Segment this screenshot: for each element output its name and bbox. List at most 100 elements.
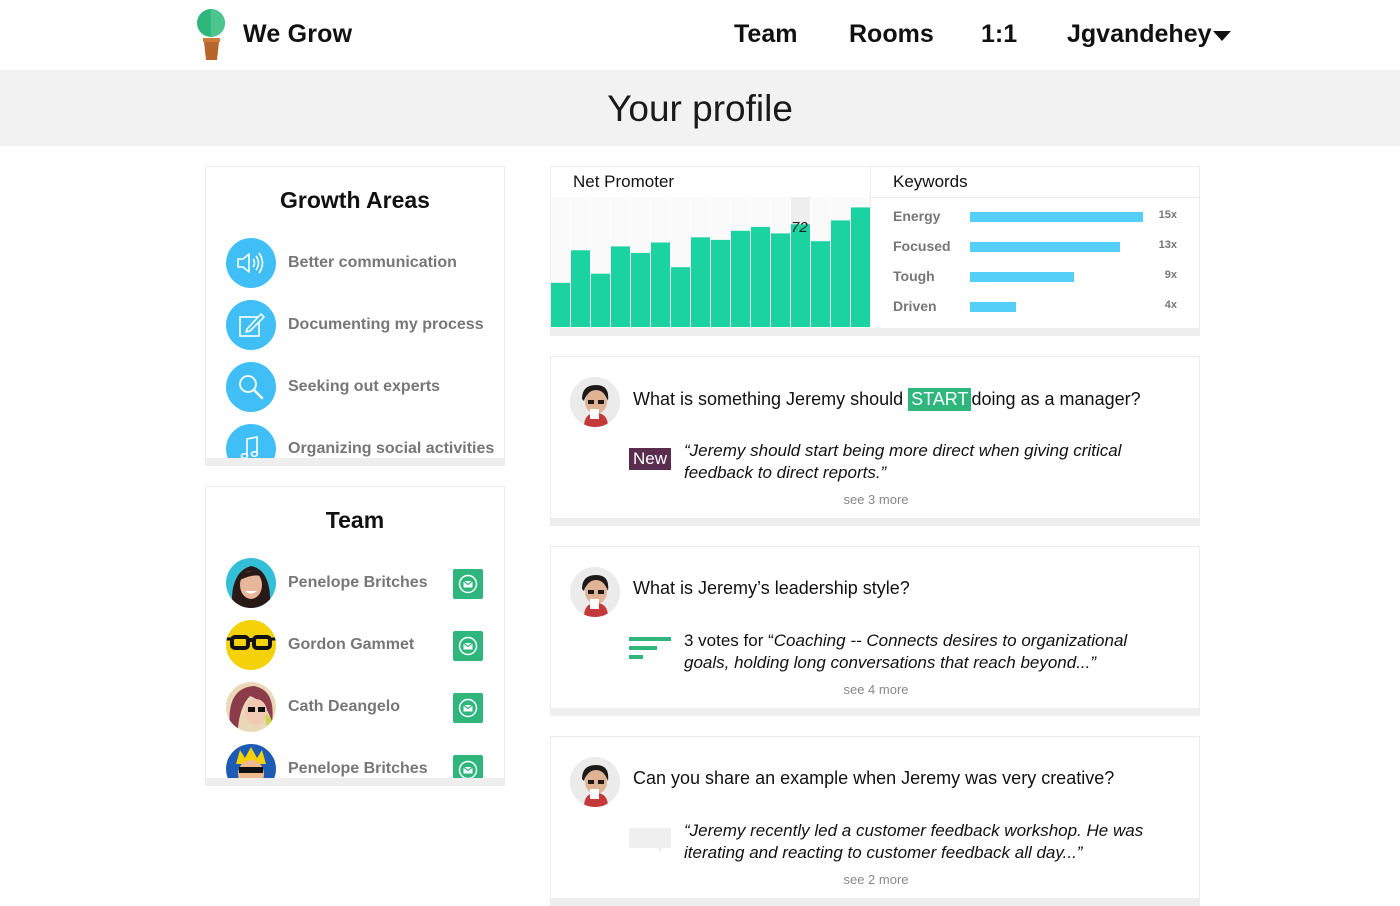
see-more-link[interactable]: see 4 more (551, 682, 1199, 697)
mail-icon (458, 698, 478, 718)
growth-item[interactable]: Organizing social activities (226, 424, 496, 458)
growth-item-label: Seeking out experts (288, 378, 441, 395)
keyword-row: Tough 9x (893, 267, 1183, 287)
team-card: Team Penelope Britches Gordon Gammet Cat… (205, 486, 505, 786)
keyword-label: Tough (893, 268, 935, 284)
chart-bar[interactable] (611, 246, 630, 327)
avatar (570, 757, 620, 807)
mail-button[interactable] (453, 631, 483, 661)
page-title-bar: Your profile (0, 70, 1400, 146)
keyword-label: Energy (893, 208, 941, 224)
feedback-quote: “Jeremy recently led a customer feedback… (684, 821, 1144, 862)
growth-item[interactable]: Documenting my process (226, 300, 496, 350)
chart-bar[interactable] (551, 282, 570, 327)
mail-icon (458, 574, 478, 594)
keyword-count: 15x (1158, 209, 1177, 221)
edit-icon (226, 300, 276, 350)
chart-bar[interactable] (671, 267, 690, 327)
team-member-name: Penelope Britches (288, 760, 428, 777)
mail-button[interactable] (453, 693, 483, 723)
growth-item[interactable]: Better communication (226, 238, 496, 288)
speaker-icon (226, 238, 276, 288)
mail-icon (458, 760, 478, 778)
mail-icon (458, 636, 478, 656)
keyword-bar (970, 302, 1017, 312)
chart-bar[interactable] (771, 233, 790, 327)
team-member-name: Cath Deangelo (288, 698, 401, 715)
keyword-row: Focused 13x (893, 237, 1183, 257)
keyword-count: 4x (1164, 299, 1177, 311)
avatar (570, 377, 620, 427)
question-text: What is something Jeremy should START doi… (633, 388, 1141, 411)
chart-bar[interactable] (831, 220, 850, 327)
keyword-count: 13x (1158, 239, 1177, 251)
team-member[interactable]: Gordon Gammet (226, 620, 496, 670)
keyword-label: Driven (893, 298, 937, 314)
chart-bar[interactable] (631, 252, 650, 327)
feedback-card: What is Jeremy’s leadership style? 3 vot… (550, 546, 1200, 716)
votes-text: 3 votes for “ (684, 631, 774, 650)
question-text: Can you share an example when Jeremy was… (633, 768, 1115, 788)
see-more-link[interactable]: see 2 more (551, 872, 1199, 887)
keyword-count: 9x (1164, 269, 1177, 281)
keyword-bar (970, 212, 1143, 222)
question-suffix: doing as a manager? (971, 389, 1141, 409)
net-promoter-chart[interactable] (551, 197, 871, 327)
nav-team[interactable]: Team (734, 20, 797, 49)
team-member[interactable]: Penelope Britches (226, 558, 496, 608)
page-title: Your profile (607, 88, 793, 129)
chart-bar[interactable] (851, 207, 870, 327)
mail-button[interactable] (453, 755, 483, 778)
team-member[interactable]: Penelope Britches (226, 744, 496, 778)
chart-bar[interactable] (731, 230, 750, 327)
poll-bars-icon (629, 637, 671, 659)
brand-name[interactable]: We Grow (243, 20, 352, 49)
chevron-down-icon[interactable] (1213, 31, 1231, 41)
team-title: Team (325, 507, 385, 533)
mail-button[interactable] (453, 569, 483, 599)
nav-one-on-one[interactable]: 1:1 (981, 20, 1017, 49)
question-text: What is Jeremy’s leadership style? (633, 578, 910, 598)
chart-bar[interactable] (651, 242, 670, 328)
keyword-row: Driven 4x (893, 297, 1183, 317)
nav-rooms[interactable]: Rooms (849, 20, 934, 49)
growth-item-label: Organizing social activities (288, 440, 495, 457)
growth-areas-card: Growth Areas Better communication Docume… (205, 166, 505, 466)
speech-bubble-icon (629, 828, 671, 854)
team-member-name: Gordon Gammet (288, 636, 415, 653)
growth-item-label: Better communication (288, 254, 457, 271)
chart-bar[interactable] (791, 224, 810, 327)
chart-bar[interactable] (811, 241, 830, 327)
feedback-quote: 3 votes for “Coaching -- Connects desire… (684, 630, 1174, 674)
new-badge: New (629, 448, 672, 470)
chart-bar[interactable] (571, 250, 590, 327)
top-navigation-bar: We Grow Team Rooms 1:1 Jgvandehey (0, 0, 1400, 70)
net-promoter-value-label: 72 (791, 219, 808, 236)
start-tag: START (908, 388, 972, 411)
plant-logo-icon[interactable] (193, 8, 231, 64)
keyword-bar (970, 242, 1120, 252)
keyword-row: Energy 15x (893, 207, 1183, 227)
team-member[interactable]: Cath Deangelo (226, 682, 496, 732)
chart-bar[interactable] (751, 226, 770, 327)
see-more-link[interactable]: see 3 more (551, 492, 1199, 507)
chart-bar[interactable] (591, 273, 610, 327)
avatar (226, 558, 276, 608)
avatar (226, 682, 276, 732)
avatar (226, 744, 276, 778)
team-member-name: Penelope Britches (288, 574, 428, 591)
keyword-label: Focused (893, 238, 951, 254)
avatar (226, 620, 276, 670)
keywords-title: Keywords (893, 172, 968, 191)
growth-item-label: Documenting my process (288, 316, 484, 333)
feedback-card: What is something Jeremy should START doi… (550, 356, 1200, 526)
net-promoter-title: Net Promoter (573, 172, 675, 191)
user-menu[interactable]: Jgvandehey (1067, 20, 1212, 49)
music-note-icon (226, 424, 276, 458)
chart-bar[interactable] (711, 239, 730, 327)
growth-areas-title: Growth Areas (280, 187, 430, 213)
growth-item[interactable]: Seeking out experts (226, 362, 496, 412)
chart-bar[interactable] (691, 237, 710, 327)
search-icon (226, 362, 276, 412)
question-prefix: What is something Jeremy should (633, 389, 904, 409)
